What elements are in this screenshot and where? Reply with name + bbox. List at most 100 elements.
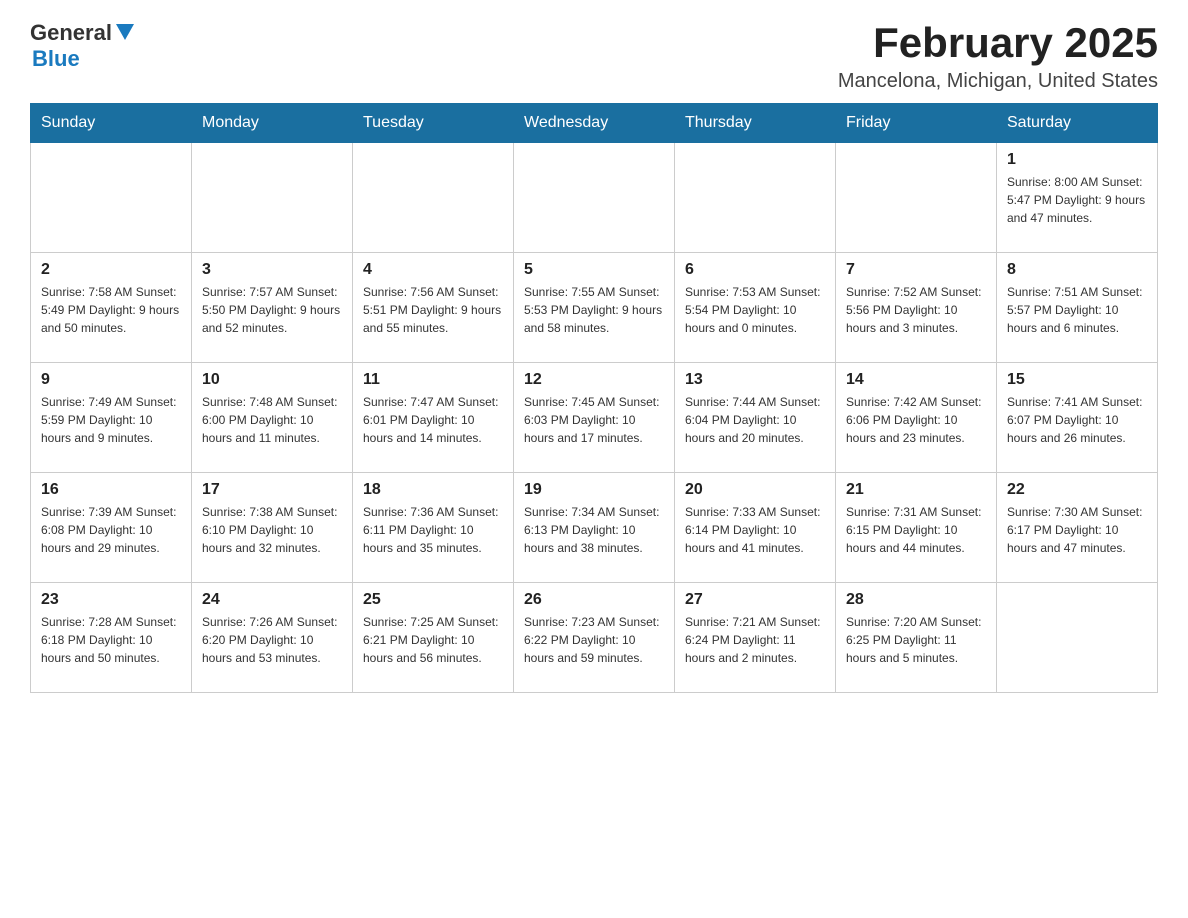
day-number: 6 (685, 261, 825, 279)
table-row: 12 Sunrise: 7:45 AM Sunset: 6:03 PM Dayli… (514, 363, 675, 473)
table-row: 21 Sunrise: 7:31 AM Sunset: 6:15 PM Dayli… (836, 473, 997, 583)
table-row: 2Sunrise: 7:58 AM Sunset: 5:49 PM Daylig… (31, 253, 192, 363)
table-row: 10 Sunrise: 7:48 AM Sunset: 6:00 PM Dayli… (192, 363, 353, 473)
day-number: 14 (846, 371, 986, 389)
day-info: Sunrise: 7:53 AM Sunset: 5:54 PM Dayligh… (685, 283, 825, 337)
day-number: 17 (202, 481, 342, 499)
col-tuesday: Tuesday (353, 104, 514, 143)
page-header: General Blue February 2025 Mancelona, Mi… (30, 20, 1158, 93)
day-number: 13 (685, 371, 825, 389)
day-number: 11 (363, 371, 503, 389)
day-number: 4 (363, 261, 503, 279)
day-info: Sunrise: 7:25 AM Sunset: 6:21 PM Dayligh… (363, 613, 503, 667)
logo-general-text: General (30, 20, 112, 46)
table-row: 5 Sunrise: 7:55 AM Sunset: 5:53 PM Daylig… (514, 253, 675, 363)
day-info: Sunrise: 7:39 AM Sunset: 6:08 PM Dayligh… (41, 503, 181, 557)
day-info: Sunrise: 7:34 AM Sunset: 6:13 PM Dayligh… (524, 503, 664, 557)
logo-arrow-icon (116, 24, 134, 40)
day-number: 23 (41, 591, 181, 609)
day-info: Sunrise: 7:41 AM Sunset: 6:07 PM Dayligh… (1007, 393, 1147, 447)
day-number: 21 (846, 481, 986, 499)
table-row (192, 143, 353, 253)
calendar-week-row: 1Sunrise: 8:00 AM Sunset: 5:47 PM Daylig… (31, 143, 1158, 253)
day-number: 16 (41, 481, 181, 499)
table-row: 18 Sunrise: 7:36 AM Sunset: 6:11 PM Dayli… (353, 473, 514, 583)
calendar-table: Sunday Monday Tuesday Wednesday Thursday… (30, 103, 1158, 693)
table-row: 13 Sunrise: 7:44 AM Sunset: 6:04 PM Dayli… (675, 363, 836, 473)
day-number: 22 (1007, 481, 1147, 499)
table-row: 22 Sunrise: 7:30 AM Sunset: 6:17 PM Dayli… (997, 473, 1158, 583)
location-subtitle: Mancelona, Michigan, United States (838, 70, 1158, 93)
day-info: Sunrise: 7:33 AM Sunset: 6:14 PM Dayligh… (685, 503, 825, 557)
calendar-week-row: 9 Sunrise: 7:49 AM Sunset: 5:59 PM Daylig… (31, 363, 1158, 473)
day-number: 26 (524, 591, 664, 609)
table-row: 16 Sunrise: 7:39 AM Sunset: 6:08 PM Dayli… (31, 473, 192, 583)
day-info: Sunrise: 7:44 AM Sunset: 6:04 PM Dayligh… (685, 393, 825, 447)
table-row: 17Sunrise: 7:38 AM Sunset: 6:10 PM Dayli… (192, 473, 353, 583)
day-info: Sunrise: 7:36 AM Sunset: 6:11 PM Dayligh… (363, 503, 503, 557)
table-row: 14Sunrise: 7:42 AM Sunset: 6:06 PM Dayli… (836, 363, 997, 473)
col-thursday: Thursday (675, 104, 836, 143)
day-info: Sunrise: 8:00 AM Sunset: 5:47 PM Dayligh… (1007, 173, 1147, 227)
col-wednesday: Wednesday (514, 104, 675, 143)
day-number: 24 (202, 591, 342, 609)
table-row: 26 Sunrise: 7:23 AM Sunset: 6:22 PM Dayli… (514, 583, 675, 693)
title-section: February 2025 Mancelona, Michigan, Unite… (838, 20, 1158, 93)
day-info: Sunrise: 7:45 AM Sunset: 6:03 PM Dayligh… (524, 393, 664, 447)
logo-blue-text: Blue (32, 46, 80, 72)
day-number: 7 (846, 261, 986, 279)
day-info: Sunrise: 7:56 AM Sunset: 5:51 PM Dayligh… (363, 283, 503, 337)
table-row: 19Sunrise: 7:34 AM Sunset: 6:13 PM Dayli… (514, 473, 675, 583)
day-number: 5 (524, 261, 664, 279)
day-number: 10 (202, 371, 342, 389)
table-row: 3 Sunrise: 7:57 AM Sunset: 5:50 PM Daylig… (192, 253, 353, 363)
month-year-title: February 2025 (838, 20, 1158, 66)
calendar-week-row: 2Sunrise: 7:58 AM Sunset: 5:49 PM Daylig… (31, 253, 1158, 363)
table-row: 28Sunrise: 7:20 AM Sunset: 6:25 PM Dayli… (836, 583, 997, 693)
table-row (836, 143, 997, 253)
day-info: Sunrise: 7:31 AM Sunset: 6:15 PM Dayligh… (846, 503, 986, 557)
day-info: Sunrise: 7:49 AM Sunset: 5:59 PM Dayligh… (41, 393, 181, 447)
table-row (353, 143, 514, 253)
col-saturday: Saturday (997, 104, 1158, 143)
calendar-header-row: Sunday Monday Tuesday Wednesday Thursday… (31, 104, 1158, 143)
day-info: Sunrise: 7:57 AM Sunset: 5:50 PM Dayligh… (202, 283, 342, 337)
day-number: 27 (685, 591, 825, 609)
table-row: 25 Sunrise: 7:25 AM Sunset: 6:21 PM Dayli… (353, 583, 514, 693)
table-row: 8 Sunrise: 7:51 AM Sunset: 5:57 PM Daylig… (997, 253, 1158, 363)
day-number: 18 (363, 481, 503, 499)
day-info: Sunrise: 7:48 AM Sunset: 6:00 PM Dayligh… (202, 393, 342, 447)
day-number: 15 (1007, 371, 1147, 389)
table-row (31, 143, 192, 253)
table-row: 20Sunrise: 7:33 AM Sunset: 6:14 PM Dayli… (675, 473, 836, 583)
table-row: 15 Sunrise: 7:41 AM Sunset: 6:07 PM Dayli… (997, 363, 1158, 473)
day-number: 12 (524, 371, 664, 389)
table-row: 1Sunrise: 8:00 AM Sunset: 5:47 PM Daylig… (997, 143, 1158, 253)
day-info: Sunrise: 7:47 AM Sunset: 6:01 PM Dayligh… (363, 393, 503, 447)
day-number: 8 (1007, 261, 1147, 279)
calendar-week-row: 23 Sunrise: 7:28 AM Sunset: 6:18 PM Dayli… (31, 583, 1158, 693)
day-info: Sunrise: 7:55 AM Sunset: 5:53 PM Dayligh… (524, 283, 664, 337)
table-row: 24Sunrise: 7:26 AM Sunset: 6:20 PM Dayli… (192, 583, 353, 693)
table-row: 27 Sunrise: 7:21 AM Sunset: 6:24 PM Dayli… (675, 583, 836, 693)
calendar-week-row: 16 Sunrise: 7:39 AM Sunset: 6:08 PM Dayli… (31, 473, 1158, 583)
day-info: Sunrise: 7:20 AM Sunset: 6:25 PM Dayligh… (846, 613, 986, 667)
day-info: Sunrise: 7:21 AM Sunset: 6:24 PM Dayligh… (685, 613, 825, 667)
table-row (514, 143, 675, 253)
day-info: Sunrise: 7:30 AM Sunset: 6:17 PM Dayligh… (1007, 503, 1147, 557)
table-row (997, 583, 1158, 693)
day-number: 3 (202, 261, 342, 279)
day-info: Sunrise: 7:23 AM Sunset: 6:22 PM Dayligh… (524, 613, 664, 667)
day-info: Sunrise: 7:28 AM Sunset: 6:18 PM Dayligh… (41, 613, 181, 667)
day-number: 9 (41, 371, 181, 389)
day-info: Sunrise: 7:52 AM Sunset: 5:56 PM Dayligh… (846, 283, 986, 337)
day-info: Sunrise: 7:51 AM Sunset: 5:57 PM Dayligh… (1007, 283, 1147, 337)
day-number: 25 (363, 591, 503, 609)
table-row: 7 Sunrise: 7:52 AM Sunset: 5:56 PM Daylig… (836, 253, 997, 363)
col-sunday: Sunday (31, 104, 192, 143)
col-friday: Friday (836, 104, 997, 143)
table-row: 9 Sunrise: 7:49 AM Sunset: 5:59 PM Daylig… (31, 363, 192, 473)
table-row: 23 Sunrise: 7:28 AM Sunset: 6:18 PM Dayli… (31, 583, 192, 693)
table-row: 6 Sunrise: 7:53 AM Sunset: 5:54 PM Daylig… (675, 253, 836, 363)
table-row: 11 Sunrise: 7:47 AM Sunset: 6:01 PM Dayli… (353, 363, 514, 473)
